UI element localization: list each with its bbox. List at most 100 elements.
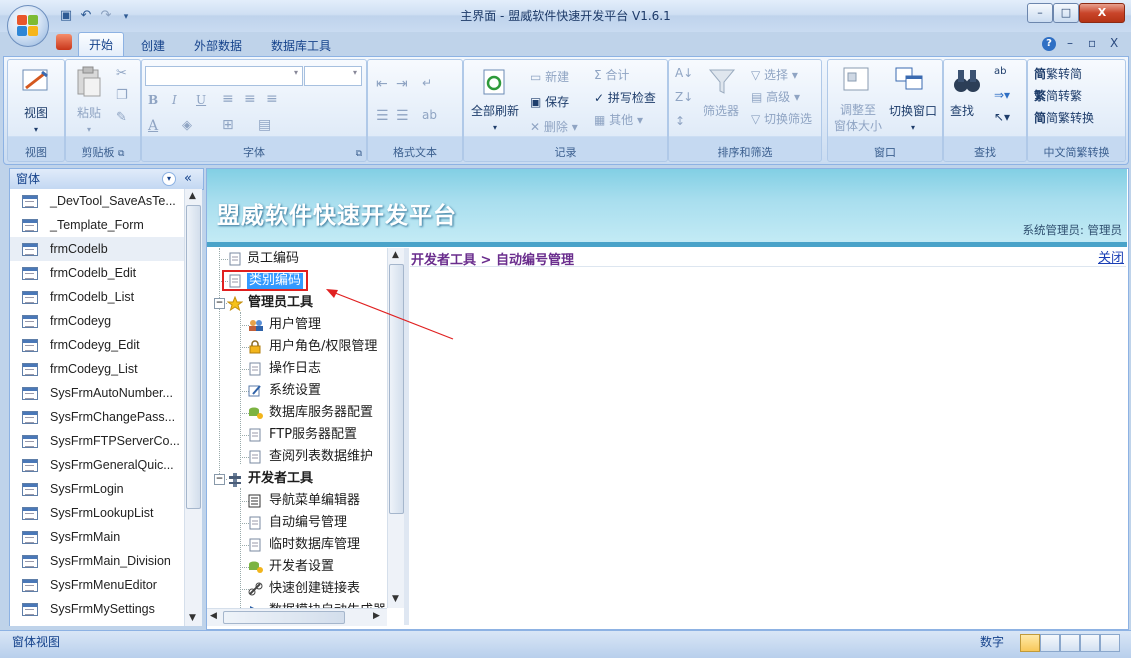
spelling-button[interactable]: ✓ 拼写检查 [594,89,656,106]
ribbon-restore-button[interactable]: ▫ [1088,36,1096,50]
tree-node[interactable]: 员工编码 [207,249,387,269]
tree-node[interactable]: 自动编号管理 [207,513,387,533]
nav-list-item[interactable]: frmCodeyg [10,309,185,333]
maximize-button[interactable]: □ [1053,3,1079,23]
ribbon-minimize-button[interactable]: – [1067,36,1073,50]
office-button[interactable] [7,5,49,47]
align-left-icon[interactable]: ≡ [222,91,234,107]
nav-list-item[interactable]: SysFrmMenuEditor [10,573,185,597]
to-traditional-button[interactable]: 繁简转繁 [1034,87,1082,104]
to-simplified-button[interactable]: 简繁转简 [1034,65,1082,82]
scroll-left-icon[interactable]: ◀ [210,611,217,621]
clipboard-launcher-icon[interactable]: ⧉ [118,149,124,159]
align-center-icon[interactable]: ≡ [244,91,256,107]
scroll-down-icon[interactable]: ▼ [189,613,196,623]
layout-view-icon[interactable] [1060,634,1080,652]
scroll-down-icon[interactable]: ▼ [392,594,399,604]
cut-icon[interactable]: ✂ [116,66,127,81]
text-direction-icon[interactable]: ↵ [422,76,432,90]
nav-list-item[interactable]: frmCodeyg_List [10,357,185,381]
more-button[interactable]: ▦ 其他 ▾ [594,111,643,128]
scroll-up-icon[interactable]: ▲ [189,191,196,201]
delete-record-button[interactable]: ✕ 删除 ▾ [530,118,578,135]
scroll-thumb[interactable] [186,205,201,509]
align-right-icon[interactable]: ≡ [266,91,278,107]
underline-button[interactable]: U [196,93,206,107]
tab-external-data[interactable]: 外部数据 [184,36,252,56]
tab-home[interactable]: 开始 [78,32,125,57]
scroll-thumb[interactable] [223,611,345,624]
nav-list-item[interactable]: SysFrmMySettings [10,597,185,621]
selection-button[interactable]: ▽ 选择 ▾ [751,66,798,83]
tree-expander-icon[interactable]: − [214,474,225,485]
save-record-button[interactable]: ▣ 保存 [530,93,569,110]
tree-node[interactable]: 临时数据库管理 [207,535,387,555]
nav-list-item[interactable]: SysFrmChangePass... [10,405,185,429]
font-size-combo[interactable]: ▾ [304,66,362,86]
totals-button[interactable]: Σ 合计 [594,66,629,83]
gridlines-icon[interactable]: ⊞ [222,117,234,133]
nav-list-item[interactable]: frmCodelb_List [10,285,185,309]
ribbon-close-button[interactable]: X [1110,36,1118,50]
close-link[interactable]: 关闭 [1098,247,1124,266]
fit-window-button[interactable]: 调整至 窗体大小 [832,102,884,134]
scroll-right-icon[interactable]: ▶ [373,611,380,621]
nav-list-item[interactable]: _Template_Form [10,213,185,237]
decrease-indent-icon[interactable]: ⇤ [376,76,388,92]
bold-button[interactable]: B [148,93,158,107]
nav-list-item[interactable]: _DevTool_SaveAsTe... [10,189,185,213]
find-button[interactable]: 查找 [950,102,974,119]
sort-ascending-icon[interactable]: A↓ [675,66,693,80]
nav-list-item[interactable]: SysFrmLookupList [10,501,185,525]
minimize-button[interactable]: – [1027,3,1053,23]
nav-list-item[interactable]: frmCodeyg_Edit [10,333,185,357]
tree-node[interactable]: 开发者设置 [207,557,387,577]
nav-list-item[interactable]: SysFrmGeneralQuic... [10,453,185,477]
close-button[interactable]: X [1079,3,1125,23]
nav-list-item[interactable]: SysFrmAutoNumber... [10,381,185,405]
nav-list-item[interactable]: frmCodelb_Edit [10,261,185,285]
nav-list-item[interactable]: SysFrmLogin [10,477,185,501]
replace-icon[interactable]: ab [994,66,1006,77]
nav-list-item[interactable]: SysFrmMain_Division [10,549,185,573]
font-color-button[interactable]: A [148,118,158,134]
nav-pane-dropdown-icon[interactable]: ▾ [162,172,176,186]
view-button[interactable]: 视图 ▾ [8,104,64,135]
new-record-button[interactable]: ▭ 新建 [530,68,569,85]
goto-icon[interactable]: ⇒▾ [994,88,1010,102]
font-name-combo[interactable]: ▾ [145,66,303,86]
tree-node[interactable]: 快速创建链接表 [207,579,387,599]
design-view-icon[interactable] [1100,634,1120,652]
paste-button[interactable]: 粘贴 ▾ [66,104,112,135]
copy-icon[interactable]: ❐ [116,88,128,103]
sort-descending-icon[interactable]: Z↓ [675,90,693,104]
tab-database-tools[interactable]: 数据库工具 [261,36,341,56]
tree-node[interactable]: − 开发者工具 [207,469,387,489]
highlight-icon[interactable]: ab [422,108,437,122]
advanced-button[interactable]: ▤ 高级 ▾ [751,88,800,105]
tab-create[interactable]: 创建 [131,36,175,56]
font-launcher-icon[interactable]: ⧉ [356,149,362,159]
tree-expander-icon[interactable]: − [214,298,225,309]
select-icon[interactable]: ↖▾ [994,110,1010,124]
nav-list-item[interactable]: SysFrmFTPServerCo... [10,429,185,453]
nav-list-item[interactable]: SysFrmMain [10,525,185,549]
alternate-fill-icon[interactable]: ▤ [258,117,271,133]
increase-indent-icon[interactable]: ⇥ [396,76,408,92]
tree-node[interactable]: 数据模块自动生成器 [207,601,387,608]
format-painter-icon[interactable]: ✎ [116,110,127,125]
bullets-icon[interactable]: ☰ [396,108,409,124]
clear-sort-icon[interactable]: ↕ [675,114,685,128]
toggle-filter-button[interactable]: ▽ 切换筛选 [751,110,812,127]
form-view-icon[interactable] [1020,634,1040,652]
tree-horizontal-scrollbar[interactable]: ◀ ▶ [207,608,387,626]
convert-button[interactable]: 简简繁转换 [1034,109,1094,126]
nav-pane-collapse-icon[interactable]: « [184,169,192,189]
nav-list-item[interactable]: frmCodelb [10,237,185,261]
filter-button[interactable]: 筛选器 [703,102,739,119]
switch-windows-button[interactable]: 切换窗口 ▾ [884,102,942,133]
tree-node[interactable]: 导航菜单编辑器 [207,491,387,511]
tree-node[interactable]: 数据库服务器配置 [207,403,387,423]
fill-color-icon[interactable]: ◈ [182,118,192,133]
help-icon[interactable]: ? [1042,37,1056,51]
